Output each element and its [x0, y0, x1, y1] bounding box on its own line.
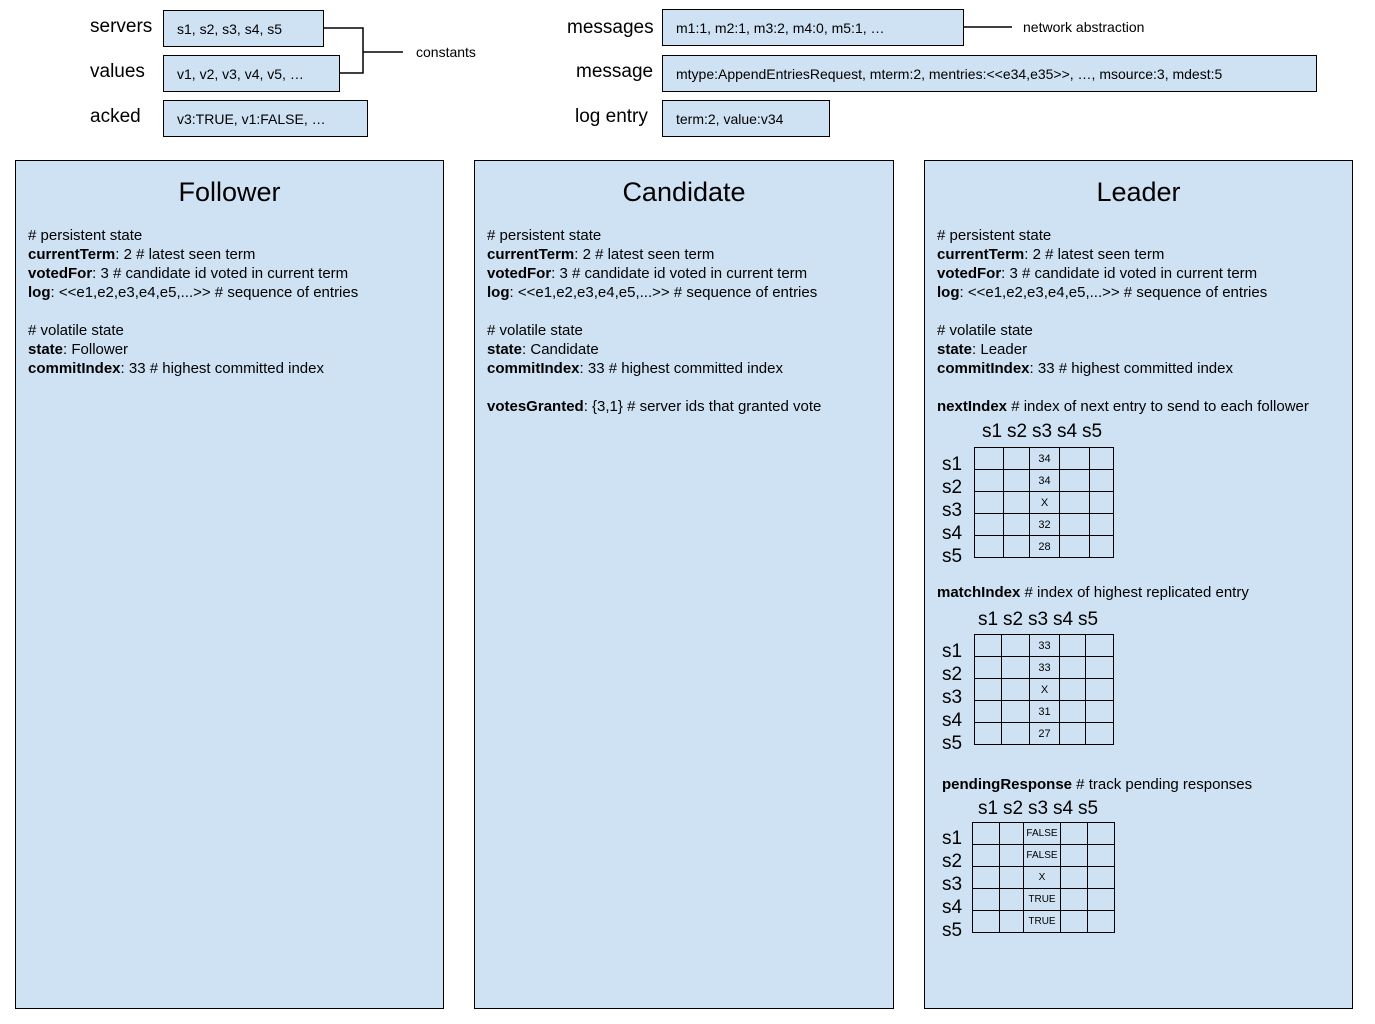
match-index-grid: 33 33 X 31 27: [974, 634, 1114, 745]
grid-row: TRUE: [972, 888, 1115, 911]
current-term-line: currentTerm: 2 # latest seen term: [487, 246, 715, 263]
persistent-header: # persistent state: [28, 227, 143, 244]
voted-for-line: votedFor: 3 # candidate id voted in curr…: [487, 265, 808, 282]
log-line: log: <<e1,e2,e3,e4,e5,...>> # sequence o…: [487, 284, 818, 301]
commit-index-line: commitIndex: 33 # highest committed inde…: [937, 360, 1233, 377]
grid-row: FALSE: [972, 822, 1115, 845]
votes-granted-line: votesGranted: {3,1} # server ids that gr…: [487, 398, 822, 415]
grid-row: FALSE: [972, 844, 1115, 867]
grid-row: X: [974, 678, 1114, 701]
persistent-header: # persistent state: [487, 227, 602, 244]
leader-panel: Leader # persistent state currentTerm: 2…: [924, 160, 1353, 1009]
match-index-col-headers: s1 s2 s3 s4 s5: [978, 609, 1099, 630]
pending-response-grid: FALSE FALSE X TRUE TRUE: [972, 822, 1115, 933]
panel-title: Leader: [1096, 177, 1181, 207]
grid-row: 31: [974, 700, 1114, 723]
current-term-line: currentTerm: 2 # latest seen term: [28, 246, 256, 263]
candidate-state: # persistent state currentTerm: 2 # late…: [487, 226, 821, 416]
commit-index-line: commitIndex: 33 # highest committed inde…: [28, 360, 324, 377]
log-line: log: <<e1,e2,e3,e4,e5,...>> # sequence o…: [28, 284, 359, 301]
current-term-line: currentTerm: 2 # latest seen term: [937, 246, 1165, 263]
grid-row: TRUE: [972, 910, 1115, 933]
volatile-header: # volatile state: [487, 322, 583, 339]
grid-row: 32: [974, 513, 1114, 536]
match-index-row-headers: s1 s2 s3 s4 s5: [942, 641, 963, 754]
pending-response-row-headers: s1 s2 s3 s4 s5: [942, 828, 963, 941]
voted-for-line: votedFor: 3 # candidate id voted in curr…: [28, 265, 349, 282]
grid-row: X: [974, 491, 1114, 514]
panel-title: Follower: [178, 177, 281, 207]
grid-row: 34: [974, 469, 1114, 492]
next-index-col-headers: s1 s2 s3 s4 s5: [982, 421, 1103, 442]
candidate-panel: Candidate # persistent state currentTerm…: [474, 160, 894, 1009]
panel-title: Candidate: [622, 177, 746, 207]
pending-response-col-headers: s1 s2 s3 s4 s5: [978, 798, 1099, 819]
volatile-header: # volatile state: [28, 322, 124, 339]
grid-row: X: [972, 866, 1115, 889]
state-line: state: Follower: [28, 341, 129, 358]
constants-bracket: [324, 27, 364, 74]
log-line: log: <<e1,e2,e3,e4,e5,...>> # sequence o…: [937, 284, 1268, 301]
leader-state: # persistent state currentTerm: 2 # late…: [937, 226, 1267, 378]
follower-panel: Follower # persistent state currentTerm:…: [15, 160, 444, 1009]
persistent-header: # persistent state: [937, 227, 1052, 244]
next-index-heading: nextIndex # index of next entry to send …: [937, 398, 1309, 415]
next-index-grid: 34 34 X 32 28: [974, 447, 1114, 558]
grid-row: 27: [974, 722, 1114, 745]
commit-index-line: commitIndex: 33 # highest committed inde…: [487, 360, 783, 377]
grid-row: 34: [974, 447, 1114, 470]
next-index-row-headers: s1 s2 s3 s4 s5: [942, 454, 963, 567]
legend-connectors: [324, 26, 1012, 74]
grid-row: 28: [974, 535, 1114, 558]
grid-row: 33: [974, 656, 1114, 679]
match-index-heading: matchIndex # index of highest replicated…: [937, 584, 1249, 601]
pending-response-heading: pendingResponse # track pending response…: [942, 776, 1253, 793]
state-line: state: Leader: [937, 341, 1028, 358]
state-line: state: Candidate: [487, 341, 599, 358]
follower-state: # persistent state currentTerm: 2 # late…: [28, 226, 358, 378]
voted-for-line: votedFor: 3 # candidate id voted in curr…: [937, 265, 1258, 282]
volatile-header: # volatile state: [937, 322, 1033, 339]
grid-row: 33: [974, 634, 1114, 657]
